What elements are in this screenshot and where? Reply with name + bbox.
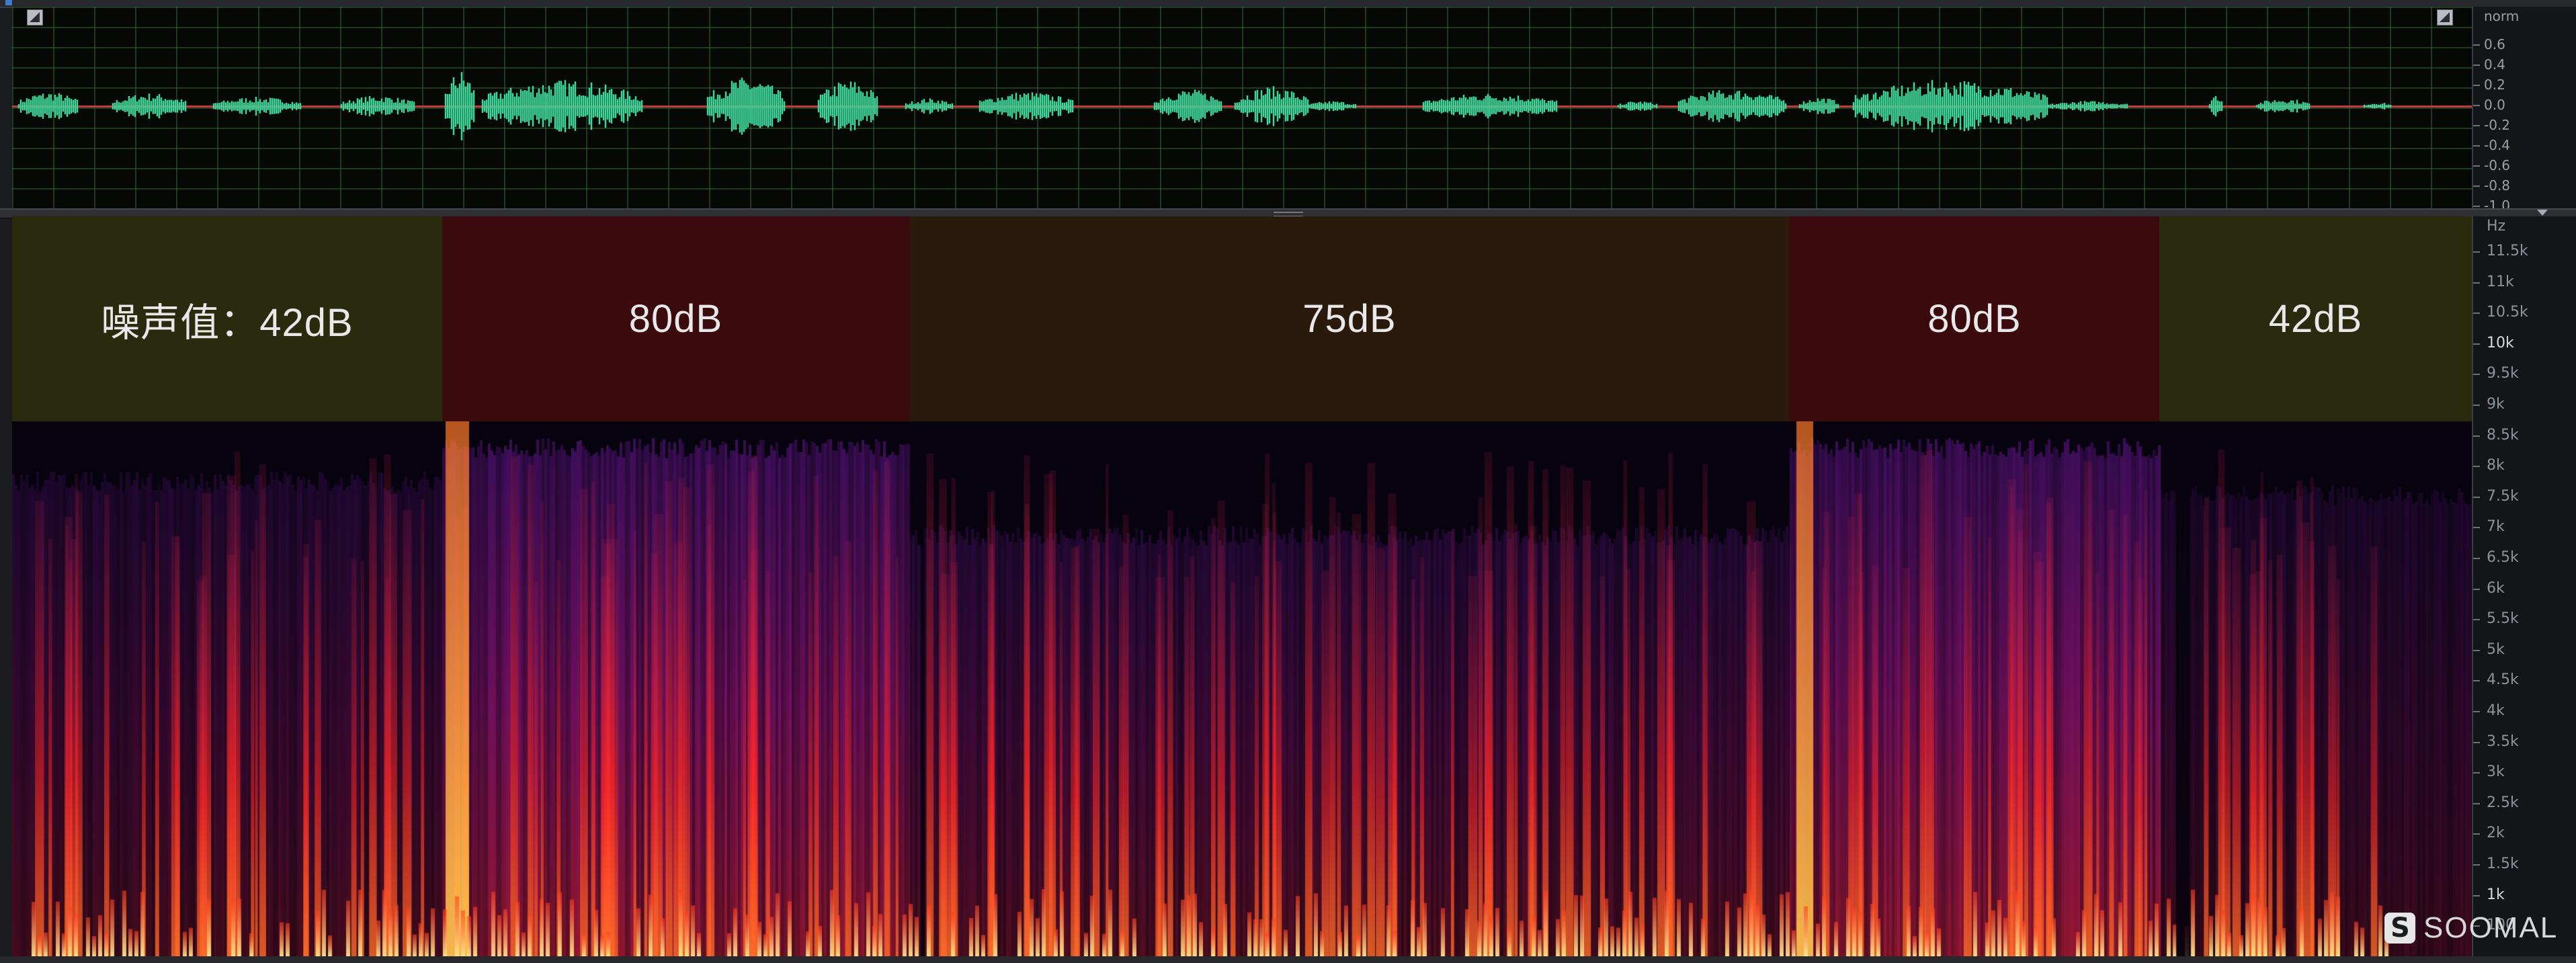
frequency-label: 8.5k (2487, 426, 2519, 444)
frequency-tick (2473, 680, 2480, 682)
frequency-label: 3.5k (2487, 732, 2519, 750)
playhead-marker[interactable] (5, 0, 12, 5)
frequency-tick (2473, 374, 2480, 376)
frequency-label: 10k (2487, 334, 2514, 351)
spectrogram-view[interactable]: 噪声值：42dB 80dB 75dB 80dB 42dB (12, 216, 2472, 956)
amplitude-tick (2473, 185, 2480, 187)
amplitude-tick (2473, 65, 2480, 66)
frequency-tick (2473, 527, 2480, 529)
audio-editor-window: norm 0.6 0.4 0.2 0.0 -0.2 -0.4 -0.6 -0.8 -1.0 噪声… (0, 0, 2576, 963)
waveform-trace (17, 72, 2392, 140)
frequency-label: 7k (2487, 518, 2505, 536)
frequency-label: 9k (2487, 396, 2505, 413)
noise-level-bands: 噪声值：42dB 80dB 75dB 80dB 42dB (12, 216, 2472, 956)
amplitude-tick (2473, 125, 2480, 126)
amplitude-tick (2473, 44, 2480, 46)
frequency-label: 7.5k (2487, 487, 2519, 505)
frequency-tick (2473, 772, 2480, 774)
amplitude-label: 0.0 (2484, 97, 2505, 113)
frequency-label: 1.5k (2487, 855, 2519, 872)
frequency-tick (2473, 496, 2480, 498)
frequency-label: 5k (2487, 640, 2505, 658)
frequency-label: 11.5k (2487, 243, 2528, 259)
noise-band-low: 噪声值：42dB (12, 216, 442, 421)
frequency-tick (2473, 588, 2480, 590)
frequency-unit: Hz (2487, 218, 2506, 235)
frequency-tick (2473, 405, 2480, 406)
frequency-label: 5.5k (2487, 610, 2519, 628)
frequency-tick (2473, 466, 2480, 468)
frequency-tick (2473, 312, 2480, 315)
frequency-label: 8k (2487, 457, 2505, 474)
noise-band-high: 80dB (1790, 216, 2159, 421)
amplitude-scale: norm 0.6 0.4 0.2 0.0 -0.2 -0.4 -0.6 -0.8 -1.0 (2472, 7, 2576, 212)
watermark-text: SOOMAL (2423, 911, 2559, 944)
amplitude-label: -0.4 (2484, 137, 2511, 153)
amplitude-tick (2473, 145, 2480, 146)
amplitude-label: 0.6 (2484, 36, 2505, 52)
amplitude-tick (2473, 85, 2480, 86)
bottom-border (0, 956, 2576, 963)
scroll-down-icon[interactable] (2537, 210, 2548, 216)
frequency-tick (2473, 802, 2480, 804)
frequency-label: 6k (2487, 579, 2505, 597)
frequency-tick (2473, 711, 2480, 712)
soomal-logo-icon (2384, 913, 2415, 944)
frequency-tick (2473, 619, 2480, 621)
amplitude-scale-title: norm (2484, 8, 2520, 24)
noise-band-label: 80dB (1927, 297, 2022, 341)
frequency-scale: Hz 11.5k 11k 10.5k 10k 9.5k 9k 8.5k 8k 7.5k 7k 6.5… (2472, 216, 2576, 963)
frequency-label: 6.5k (2487, 549, 2519, 566)
frequency-tick (2473, 558, 2480, 559)
frequency-label: 11k (2487, 273, 2514, 290)
frequency-label: 4.5k (2487, 671, 2519, 689)
frequency-tick (2473, 343, 2480, 345)
frequency-tick (2473, 833, 2480, 835)
noise-band-mid: 75dB (909, 216, 1790, 421)
noise-band-label: 42dB (2268, 297, 2363, 341)
frequency-label: 4k (2487, 702, 2505, 719)
noise-band-label: 80dB (628, 297, 723, 341)
amplitude-tick (2473, 165, 2480, 167)
amplitude-label: -0.8 (2484, 177, 2511, 194)
zoom-right-icon[interactable] (2437, 9, 2453, 26)
zoom-left-icon[interactable] (27, 9, 43, 26)
amplitude-label: 0.4 (2484, 56, 2505, 73)
frequency-tick (2473, 435, 2480, 437)
waveform-path (17, 72, 2392, 140)
amplitude-label: -0.2 (2484, 117, 2511, 133)
frequency-tick (2473, 741, 2480, 743)
frequency-tick (2473, 251, 2480, 253)
noise-band-label: 75dB (1302, 297, 1397, 341)
amplitude-tick (2473, 105, 2480, 106)
frequency-tick (2473, 894, 2480, 896)
frequency-tick (2473, 649, 2480, 651)
amplitude-tick (2473, 206, 2480, 207)
frequency-label: 10.5k (2487, 304, 2528, 321)
frequency-label: 9.5k (2487, 365, 2519, 382)
noise-band-label: 噪声值：42dB (101, 300, 354, 345)
frequency-tick (2473, 864, 2480, 866)
frequency-label: 3k (2487, 763, 2505, 781)
frequency-label: 2k (2487, 825, 2505, 842)
waveform-view[interactable] (12, 7, 2472, 208)
noise-band-high: 80dB (442, 216, 909, 421)
amplitude-label: 0.2 (2484, 77, 2505, 93)
amplitude-label: -0.6 (2484, 157, 2511, 173)
watermark: SOOMAL (2384, 911, 2558, 945)
frequency-label: 2.5k (2487, 794, 2519, 811)
noise-band-low: 42dB (2159, 216, 2472, 421)
frequency-tick (2473, 282, 2480, 284)
frequency-label: 1k (2487, 886, 2505, 903)
